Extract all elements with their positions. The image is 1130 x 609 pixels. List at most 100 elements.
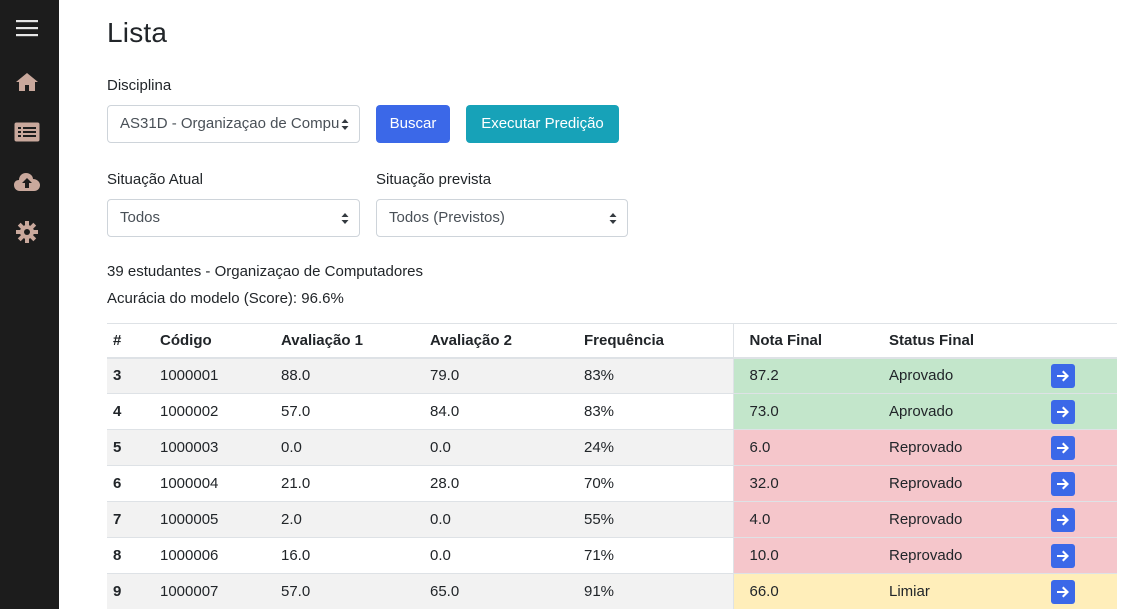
row-number: 5 — [107, 429, 154, 466]
table-row: 4 1000002 57.0 84.0 83% 73.0 Aprovado — [107, 393, 1117, 430]
executar-predicao-button[interactable]: Executar Predição — [466, 105, 619, 143]
select-caret-icon — [609, 213, 617, 224]
gear-icon[interactable] — [13, 218, 41, 246]
header-num: # — [107, 323, 154, 359]
arrow-right-icon — [1057, 406, 1069, 417]
view-details-button[interactable] — [1051, 579, 1075, 604]
row-action-cell — [1045, 393, 1117, 430]
home-icon[interactable] — [13, 68, 41, 96]
table-row: 9 1000007 57.0 65.0 91% 66.0 Limiar — [107, 573, 1117, 609]
row-number: 7 — [107, 501, 154, 538]
header-avaliacao-1: Avaliação 1 — [275, 323, 424, 359]
header-frequencia: Frequência — [578, 323, 733, 359]
cloud-upload-icon[interactable] — [13, 168, 41, 196]
row-avaliacao-1: 2.0 — [275, 501, 424, 538]
row-avaliacao-2: 0.0 — [424, 501, 578, 538]
row-nota-final: 6.0 — [732, 429, 883, 466]
row-status-final: Aprovado — [883, 357, 1045, 394]
table-row: 7 1000005 2.0 0.0 55% 4.0 Reprovado — [107, 501, 1117, 538]
row-avaliacao-2: 84.0 — [424, 393, 578, 430]
table-header-row: # Código Avaliação 1 Avaliação 2 Frequên… — [107, 323, 1117, 359]
row-codigo: 1000006 — [154, 537, 275, 574]
situacao-prevista-select[interactable]: Todos (Previstos) — [376, 199, 628, 237]
situacao-prevista-value: Todos (Previstos) — [389, 209, 505, 226]
row-number: 8 — [107, 537, 154, 574]
situacao-atual-select[interactable]: Todos — [107, 199, 360, 237]
row-avaliacao-2: 65.0 — [424, 573, 578, 609]
row-status-final: Reprovado — [883, 537, 1045, 574]
row-frequencia: 55% — [578, 501, 733, 538]
row-nota-final: 4.0 — [732, 501, 883, 538]
row-action-cell — [1045, 429, 1117, 466]
arrow-right-icon — [1057, 442, 1069, 453]
row-action-cell — [1045, 537, 1117, 574]
situacao-prevista-label: Situação prevista — [376, 171, 492, 188]
row-nota-final: 10.0 — [732, 537, 883, 574]
select-caret-icon — [341, 213, 349, 224]
row-nota-final: 32.0 — [732, 465, 883, 502]
row-avaliacao-1: 57.0 — [275, 393, 424, 430]
row-number: 9 — [107, 573, 154, 609]
arrow-right-icon — [1057, 370, 1069, 382]
row-avaliacao-2: 28.0 — [424, 465, 578, 502]
row-status-final: Reprovado — [883, 501, 1045, 538]
row-avaliacao-1: 88.0 — [275, 357, 424, 394]
view-details-button[interactable] — [1051, 471, 1075, 496]
arrow-right-icon — [1057, 514, 1069, 525]
view-details-button[interactable] — [1051, 543, 1075, 568]
header-avaliacao-2: Avaliação 2 — [424, 323, 578, 359]
row-action-cell — [1045, 573, 1117, 609]
row-action-cell — [1045, 465, 1117, 502]
row-avaliacao-2: 0.0 — [424, 537, 578, 574]
students-summary: 39 estudantes - Organizaçao de Computado… — [107, 263, 424, 280]
arrow-right-icon — [1057, 550, 1069, 561]
students-table: # Código Avaliação 1 Avaliação 2 Frequên… — [107, 323, 1117, 609]
row-status-final: Reprovado — [883, 429, 1045, 466]
disciplina-select[interactable]: AS31D - Organizaçao de Compu — [107, 105, 360, 143]
view-details-button[interactable] — [1051, 435, 1075, 460]
row-frequencia: 70% — [578, 465, 733, 502]
view-details-button[interactable] — [1051, 507, 1075, 532]
table-row: 6 1000004 21.0 28.0 70% 32.0 Reprovado — [107, 465, 1117, 502]
row-codigo: 1000001 — [154, 357, 275, 394]
disciplina-value: AS31D - Organizaçao de Compu — [120, 115, 340, 132]
row-avaliacao-2: 79.0 — [424, 357, 578, 394]
sidebar — [0, 0, 59, 609]
row-status-final: Limiar — [883, 573, 1045, 609]
header-action — [1045, 323, 1117, 359]
row-codigo: 1000004 — [154, 465, 275, 502]
row-frequencia: 24% — [578, 429, 733, 466]
buscar-button[interactable]: Buscar — [376, 105, 450, 143]
row-action-cell — [1045, 357, 1117, 394]
menu-icon[interactable] — [13, 14, 41, 42]
row-codigo: 1000005 — [154, 501, 275, 538]
view-details-button[interactable] — [1051, 363, 1075, 388]
row-frequencia: 83% — [578, 357, 733, 394]
list-icon[interactable] — [13, 118, 41, 146]
disciplina-label: Disciplina — [107, 77, 172, 94]
row-frequencia: 83% — [578, 393, 733, 430]
row-avaliacao-1: 57.0 — [275, 573, 424, 609]
model-accuracy: Acurácia do modelo (Score): 96.6% — [107, 290, 344, 307]
row-codigo: 1000007 — [154, 573, 275, 609]
row-codigo: 1000003 — [154, 429, 275, 466]
row-status-final: Reprovado — [883, 465, 1045, 502]
row-codigo: 1000002 — [154, 393, 275, 430]
header-nota-final: Nota Final — [732, 323, 883, 359]
row-action-cell — [1045, 501, 1117, 538]
situacao-atual-label: Situação Atual — [107, 171, 203, 188]
row-avaliacao-2: 0.0 — [424, 429, 578, 466]
row-number: 3 — [107, 357, 154, 394]
header-status-final: Status Final — [883, 323, 1045, 359]
situacao-atual-value: Todos — [120, 209, 161, 226]
row-nota-final: 73.0 — [732, 393, 883, 430]
page-title: Lista — [107, 17, 168, 48]
row-nota-final: 66.0 — [732, 573, 883, 609]
row-avaliacao-1: 21.0 — [275, 465, 424, 502]
table-row: 8 1000006 16.0 0.0 71% 10.0 Reprovado — [107, 537, 1117, 574]
row-number: 6 — [107, 465, 154, 502]
view-details-button[interactable] — [1051, 399, 1075, 424]
header-codigo: Código — [154, 323, 275, 359]
row-frequencia: 91% — [578, 573, 733, 609]
arrow-right-icon — [1057, 478, 1069, 489]
